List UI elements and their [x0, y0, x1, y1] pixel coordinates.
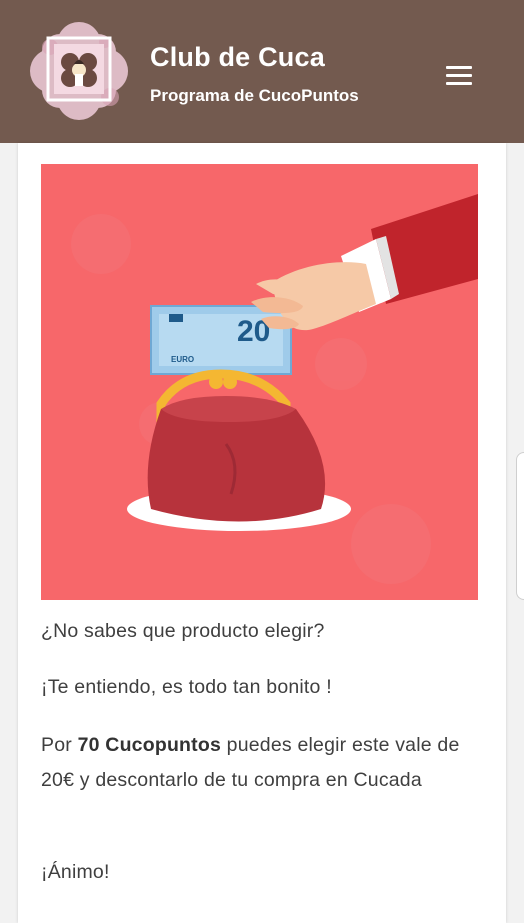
paragraph-offer: Por 70 Cucopuntos puedes elegir este val…: [41, 728, 481, 798]
side-scroll-handle[interactable]: [516, 452, 524, 600]
app-subtitle: Programa de CucoPuntos: [150, 86, 359, 105]
hand-euro-purse-illustration: 20 EURO: [41, 164, 478, 600]
flower-logo-icon: [30, 22, 128, 120]
app-header: Club de Cuca Programa de CucoPuntos: [0, 0, 524, 143]
hamburger-menu-icon[interactable]: [440, 58, 480, 92]
paragraph-question: ¿No sabes que producto elegir?: [41, 620, 325, 642]
offer-prefix: Por: [41, 734, 78, 756]
app-title: Club de Cuca: [150, 42, 325, 72]
club-logo[interactable]: [30, 22, 128, 120]
paragraph-cheer: ¡Ánimo!: [41, 861, 110, 883]
offer-points: 70 Cucopuntos: [77, 734, 222, 756]
paragraph-understand: ¡Te entiendo, es todo tan bonito !: [41, 676, 332, 698]
banknote-currency: EURO: [171, 355, 194, 364]
hero-image: 20 EURO: [41, 164, 478, 600]
